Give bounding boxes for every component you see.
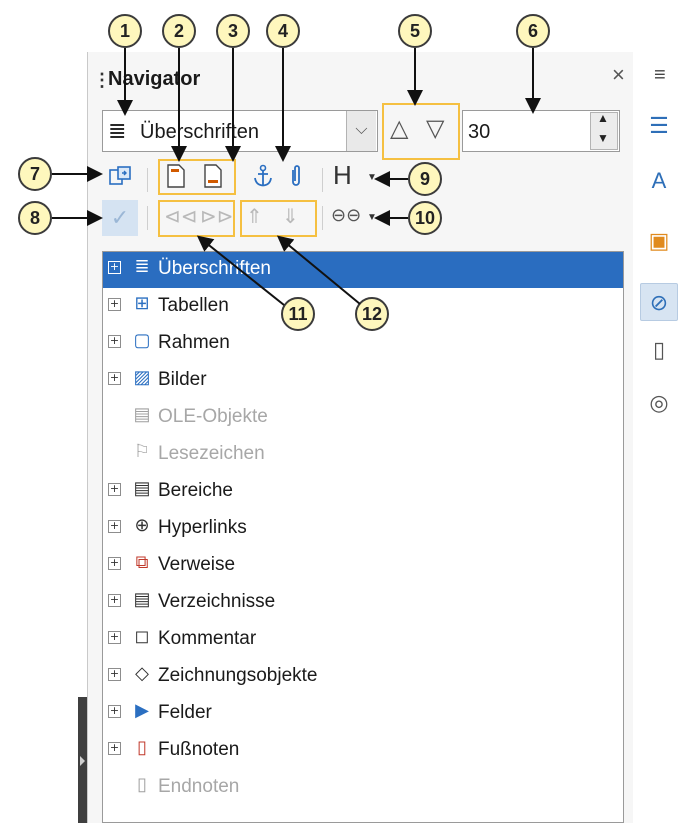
callout-arrows: [52, 48, 541, 306]
